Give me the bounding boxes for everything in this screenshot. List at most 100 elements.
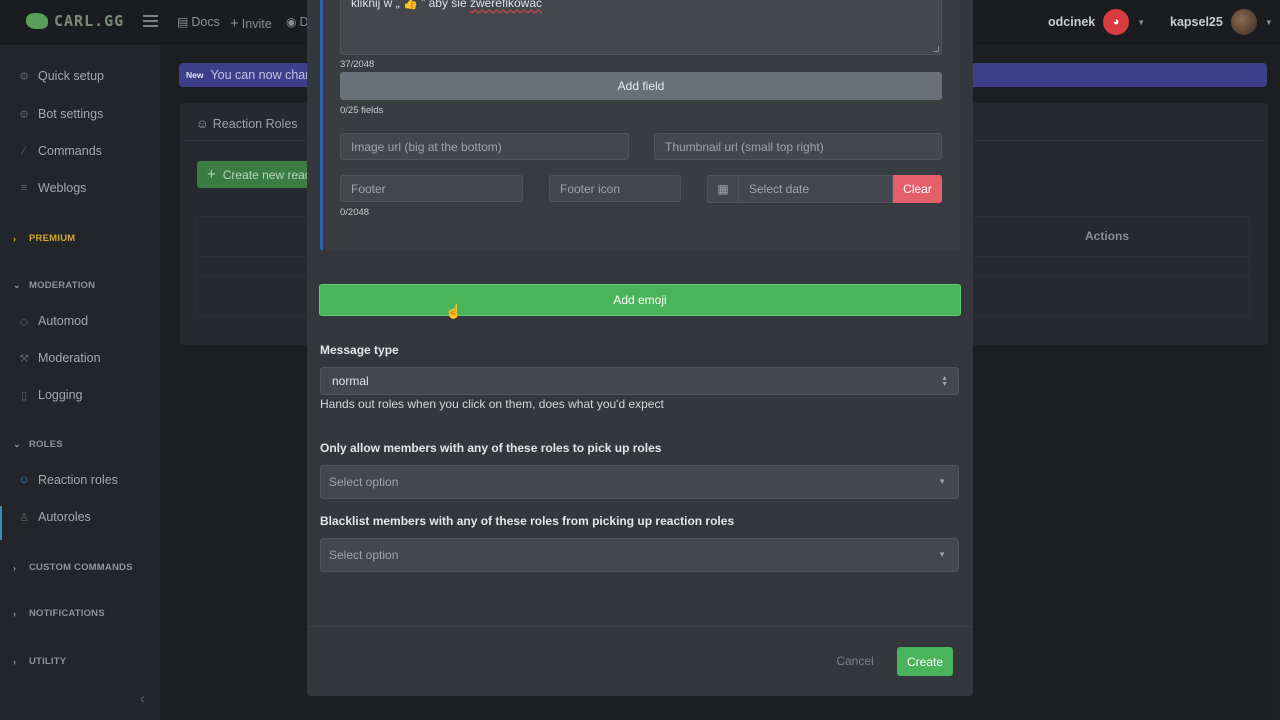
timestamp-date-picker[interactable]: ▦ Select date [707,175,893,203]
add-field-button[interactable]: Add field [340,72,942,100]
sidebar-item-logging[interactable]: ▯ Logging [18,388,83,402]
sidebar-section-utility[interactable]: › UTILITY [13,656,66,667]
sidebar-item-bot-settings[interactable]: ⚙ Bot settings [18,107,103,121]
sidebar-item-label: Reaction roles [38,473,118,487]
section-label: NOTIFICATIONS [29,608,105,619]
chevron-right-icon: › [13,608,17,619]
sidebar-item-moderation[interactable]: ⚒ Moderation [18,351,101,365]
image-url-input[interactable]: Image url (big at the bottom) [340,133,629,160]
footer-icon-input[interactable]: Footer icon [549,175,681,202]
create-new-reaction-role-button[interactable]: + Create new reac [197,161,315,188]
date-placeholder: Select date [749,182,810,196]
thumbnail-url-input[interactable]: Thumbnail url (small top right) [654,133,942,160]
doc-icon: ▤ [177,15,189,29]
section-label: ROLES [29,439,63,450]
blacklist-roles-select[interactable]: Select option ▼ [320,538,959,572]
discord-avatar: ◕ [1103,9,1130,35]
invite-link-label: Invite [241,16,272,31]
chevron-down-icon: ▼ [1264,17,1273,27]
docs-link[interactable]: ▤ Docs [177,15,220,29]
sidebar-item-label: Bot settings [38,107,104,121]
sidebar-section-moderation[interactable]: ⌄ MODERATION [13,280,95,291]
chevron-right-icon: › [13,656,17,667]
add-emoji-button[interactable]: Add emoji [319,284,961,316]
description-text: kliknij w „ 👍 ” aby sie [351,0,470,10]
sidebar-item-label: Automod [38,314,89,328]
server-name: odcinek [1048,15,1096,29]
create-button[interactable]: Create [897,647,953,676]
turtle-logo-icon [26,13,48,29]
sidebar-item-label: Commands [38,144,102,158]
description-char-count: 37/2048 [340,59,375,70]
list-icon: ≡ [20,182,28,194]
shield-icon: ◇ [19,315,29,328]
message-type-value: normal [332,374,369,388]
blacklist-roles-label: Blacklist members with any of these role… [320,514,735,528]
chevron-down-icon: ▼ [938,550,946,559]
menu-toggle-icon[interactable] [143,15,158,27]
allow-roles-placeholder: Select option [329,475,399,489]
wand-icon: ⁄ [23,145,25,157]
fields-count: 0/25 fields [340,105,384,116]
sidebar-item-weblogs[interactable]: ≡ Weblogs [18,181,87,195]
misspelled-word: zwerefikowac [469,0,542,10]
select-arrows-icon: ▲ ▼ [941,375,948,388]
allow-roles-select[interactable]: Select option ▼ [320,465,959,499]
sidebar-item-quick-setup[interactable]: ⚙ Quick setup [18,69,104,83]
docs-link-label: Docs [191,15,220,29]
chevron-down-icon: ▼ [1137,17,1146,27]
sidebar-section-notifications[interactable]: › NOTIFICATIONS [13,608,105,619]
active-indicator [0,506,2,540]
section-label: UTILITY [29,656,67,667]
page-scrollbar[interactable] [1272,320,1280,720]
server-switcher[interactable]: odcinek ◕ ▼ [1048,9,1145,35]
carl-logo[interactable]: CARL.GG [26,12,124,30]
smile-icon: ☺ [196,117,209,131]
gear-icon: ⚙ [19,70,29,83]
invite-link[interactable]: + Invite [230,15,272,32]
section-label: PREMIUM [29,233,76,244]
footer-input[interactable]: Footer [340,175,523,202]
user-avatar [1230,9,1257,35]
tab-label: Reaction Roles [212,117,298,131]
plus-icon: + [207,166,216,183]
new-badge: New [186,70,204,80]
sidebar-section-roles[interactable]: ⌄ ROLES [13,439,63,450]
sidebar-item-label: Weblogs [38,181,87,195]
chevron-right-icon: › [13,562,17,573]
sidebar-item-automod[interactable]: ◇ Automod [18,314,88,328]
plus-icon: + [230,15,239,32]
sidebar-item-reaction-roles[interactable]: ☺ Reaction roles [18,473,118,487]
logo-text: CARL.GG [54,12,125,30]
button-label: Create new reac [222,167,311,182]
blacklist-roles-placeholder: Select option [329,548,399,562]
message-type-help: Hands out roles when you click on them, … [320,397,664,411]
section-label: MODERATION [29,280,96,291]
sidebar-section-premium[interactable]: › PREMIUM [13,233,75,244]
allow-roles-label: Only allow members with any of these rol… [320,441,662,455]
resize-handle-icon[interactable] [933,46,939,52]
message-type-select[interactable]: normal ▲ ▼ [320,367,959,395]
sidebar-item-label: Quick setup [38,69,105,83]
footer-char-count: 0/2048 [340,207,370,218]
cancel-button[interactable]: Cancel [828,647,882,675]
discord-link[interactable]: ◉ D [286,15,309,29]
sidebar-item-autoroles[interactable]: ♙ Autoroles [18,510,91,524]
chevron-right-icon: › [13,233,17,244]
sidebar-item-label: Autoroles [38,510,91,524]
user-menu[interactable]: kapsel25 ▼ [1170,9,1273,35]
collapse-sidebar-icon[interactable]: ‹ [140,690,145,706]
section-label: CUSTOM COMMANDS [29,562,133,573]
embed-description-textarea[interactable]: kliknij w „ 👍 ” aby sie zwerefikowac [340,0,942,55]
clear-date-button[interactable]: Clear [893,175,942,203]
sidebar-section-custom-commands[interactable]: › CUSTOM COMMANDS [13,562,133,573]
message-type-label: Message type [320,343,399,357]
modal-footer-divider [307,626,973,627]
chevron-down-icon: ▼ [938,477,946,486]
sidebar-item-commands[interactable]: ⁄ Commands [18,144,102,158]
file-icon: ▯ [20,389,28,402]
sidebar-item-label: Moderation [38,351,101,365]
table-header-actions: Actions [1085,229,1130,243]
tab-reaction-roles[interactable]: ☺ Reaction Roles [196,117,298,131]
banner-text: You can now chang [210,68,320,82]
